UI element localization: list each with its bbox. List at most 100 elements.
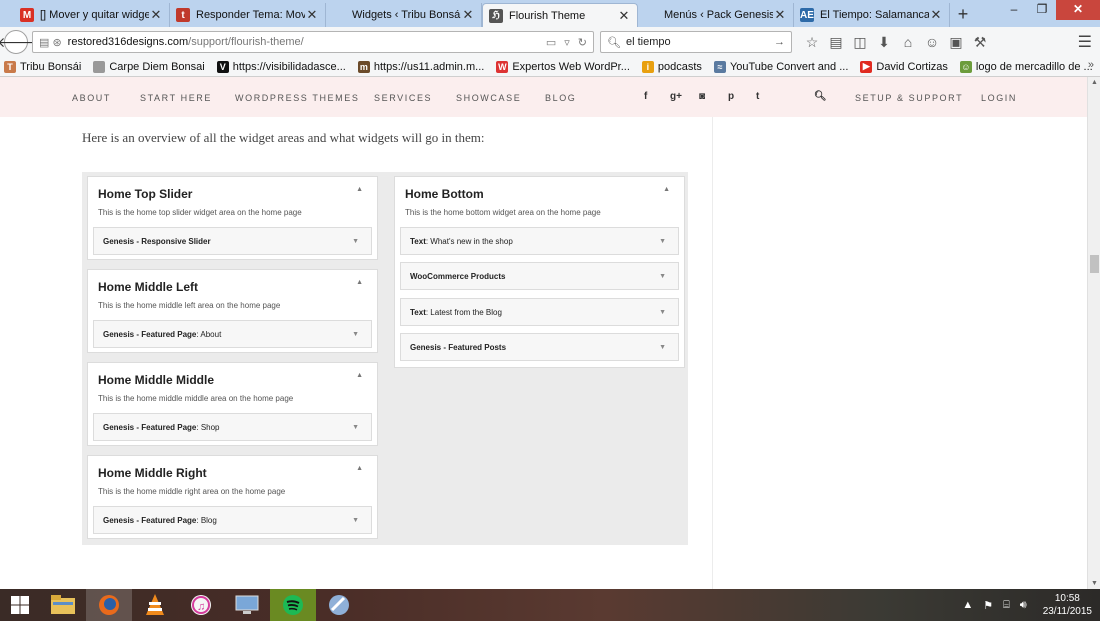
expand-arrow-icon[interactable]: ▼ (352, 331, 359, 338)
search-go-icon[interactable]: → (774, 36, 785, 48)
widget-item[interactable]: Genesis - Responsive Slider ▼ (93, 227, 372, 255)
reader-view-icon[interactable]: ▭ (546, 36, 556, 49)
bookmark-item[interactable]: Carpe Diem Bonsai (93, 60, 205, 73)
page-info-icon[interactable]: ▤ ⊛ (39, 36, 62, 49)
tools-icon[interactable]: ⚒ (968, 34, 992, 51)
bookmark-item[interactable]: m https://us11.admin.m... (357, 60, 484, 73)
page-icon (93, 60, 106, 73)
nav-setup-support[interactable]: SETUP & SUPPORT (855, 93, 963, 103)
back-button[interactable]: 🡐 (0, 30, 35, 54)
close-tab-icon[interactable]: ✕ (149, 7, 163, 23)
widget-item[interactable]: Genesis - Featured Posts ▼ (400, 333, 679, 361)
widget-item[interactable]: Genesis - Featured Page: About ▼ (93, 320, 372, 348)
browser-tab[interactable]: Widgets ‹ Tribu Bonsái — ...✕ (326, 3, 482, 27)
browser-tab[interactable]: ℌ Flourish Theme ✕ (482, 3, 638, 27)
chat-icon[interactable]: ☺ (920, 34, 944, 51)
expand-arrow-icon[interactable]: ▼ (352, 517, 359, 524)
itunes-icon[interactable]: ♫ (178, 589, 224, 621)
expand-arrow-icon[interactable]: ▼ (659, 344, 666, 351)
volume-icon[interactable]: 🔊︎ (1020, 599, 1027, 612)
pocket-icon[interactable]: ◫ (848, 34, 872, 51)
menu-icon[interactable]: ☰ (1078, 32, 1092, 52)
expand-arrow-icon[interactable]: ▼ (352, 424, 359, 431)
scrollbar-thumb[interactable] (1090, 255, 1099, 273)
browser-tab[interactable]: AE El Tiempo: Salamanca (...✕ (794, 3, 950, 27)
extension-icon[interactable]: ▣ (944, 34, 968, 51)
search-box[interactable]: 🔍︎ el tiempo → (600, 31, 792, 53)
browser-tab[interactable]: t Responder Tema: Mov... ✕ (170, 3, 326, 27)
browser-icon[interactable] (316, 589, 362, 621)
bookmark-star-icon[interactable]: ☆ (800, 34, 824, 51)
nav-blog[interactable]: BLOG (545, 93, 576, 103)
converter-icon: ≈ (713, 60, 726, 73)
reading-list-icon[interactable]: ▤ (824, 34, 848, 51)
file-explorer-icon[interactable] (40, 589, 86, 621)
nav-about[interactable]: ABOUT (72, 93, 111, 103)
remote-desktop-icon[interactable] (224, 589, 270, 621)
widget-area-home-top-slider: Home Top Slider ▲ This is the home top s… (87, 176, 378, 260)
google-plus-icon[interactable]: g+ (670, 91, 682, 102)
bookmark-item[interactable]: i podcasts (641, 60, 702, 73)
close-tab-icon[interactable]: ✕ (773, 7, 787, 23)
close-tab-icon[interactable]: ✕ (617, 8, 631, 24)
collapse-arrow-icon[interactable]: ▲ (663, 186, 670, 193)
widget-item[interactable]: Text: What's new in the shop ▼ (400, 227, 679, 255)
bookmark-item[interactable]: ▶ David Cortizas (860, 60, 948, 73)
facebook-icon[interactable]: f (644, 91, 647, 102)
instagram-icon[interactable]: ◙ (699, 91, 705, 102)
downloads-icon[interactable]: ⬇ (872, 34, 896, 51)
pinterest-icon[interactable]: p (728, 91, 734, 102)
expand-arrow-icon[interactable]: ▼ (659, 273, 666, 280)
nav-start-here[interactable]: START HERE (140, 93, 212, 103)
collapse-arrow-icon[interactable]: ▲ (356, 372, 363, 379)
bookmark-item[interactable]: T Tribu Bonsái (4, 60, 81, 73)
clock[interactable]: 10:58 23/11/2015 (1043, 592, 1092, 618)
expand-arrow-icon[interactable]: ▼ (352, 238, 359, 245)
close-tab-icon[interactable]: ✕ (305, 7, 319, 23)
nav-login[interactable]: LOGIN (981, 93, 1017, 103)
network-icon[interactable]: ⌸ (1003, 599, 1010, 612)
firefox-icon[interactable] (86, 589, 132, 621)
new-tab-button[interactable]: + (950, 3, 976, 27)
restore-button[interactable]: ❐ (1028, 0, 1056, 20)
bookmarks-overflow-icon[interactable]: » (1088, 59, 1094, 71)
close-tab-icon[interactable]: ✕ (929, 7, 943, 23)
browser-tab[interactable]: M [] Mover y quitar widge... ✕ (14, 3, 170, 27)
start-button[interactable] (0, 589, 40, 621)
bookmark-item[interactable]: W Expertos Web WordPr... (496, 60, 630, 73)
widget-item[interactable]: Genesis - Featured Page: Blog ▼ (93, 506, 372, 534)
bookmark-item[interactable]: ≈ YouTube Convert and ... (713, 60, 848, 73)
spotify-icon[interactable] (270, 589, 316, 621)
search-icon[interactable]: 🔍︎ (814, 91, 827, 102)
minimize-button[interactable]: – (1000, 0, 1028, 20)
expand-arrow-icon[interactable]: ▼ (659, 309, 666, 316)
home-icon[interactable]: ⌂ (896, 34, 920, 51)
bookmark-item[interactable]: Vhttps://visibilidadasce... (216, 60, 346, 73)
reload-icon[interactable]: ↻ (578, 36, 587, 49)
action-center-flag-icon[interactable]: ⚑ (983, 599, 993, 612)
nav-services[interactable]: SERVICES (374, 93, 432, 103)
tab-strip: M[] Mover y quitar widge... ✕ t Responder T… (0, 0, 1100, 27)
browser-tab[interactable]: Menús ‹ Pack Genesis — W...✕ (638, 3, 794, 27)
widget-item[interactable]: WooCommerce Products ▼ (400, 262, 679, 290)
scroll-down-icon[interactable]: ▼ (1091, 580, 1098, 587)
widget-item[interactable]: Text: Latest from the Blog ▼ (400, 298, 679, 326)
nav-wordpress-themes[interactable]: WORDPRESS THEMES (235, 93, 359, 103)
twitter-icon[interactable]: t (756, 91, 759, 102)
widget-item[interactable]: Genesis - Featured Page: Shop ▼ (93, 413, 372, 441)
dropdown-icon[interactable]: ▿ (564, 36, 570, 49)
nav-showcase[interactable]: SHOWCASE (456, 93, 521, 103)
vlc-icon[interactable] (132, 589, 178, 621)
expand-arrow-icon[interactable]: ▼ (659, 238, 666, 245)
close-tab-icon[interactable]: ✕ (461, 7, 475, 23)
collapse-arrow-icon[interactable]: ▲ (356, 279, 363, 286)
close-window-button[interactable]: ✕ (1056, 0, 1100, 20)
address-bar[interactable]: ▤ ⊛ restored316designs.com/support/flour… (32, 31, 594, 53)
collapse-arrow-icon[interactable]: ▲ (356, 465, 363, 472)
page-scrollbar[interactable]: ▲ ▼ (1087, 77, 1100, 589)
collapse-arrow-icon[interactable]: ▲ (356, 186, 363, 193)
scroll-up-icon[interactable]: ▲ (1091, 79, 1098, 86)
show-hidden-icons[interactable]: ▲ (962, 599, 973, 611)
bookmark-item[interactable]: ☺ logo de mercadillo de ... (959, 60, 1093, 73)
search-input[interactable]: el tiempo (626, 36, 671, 48)
